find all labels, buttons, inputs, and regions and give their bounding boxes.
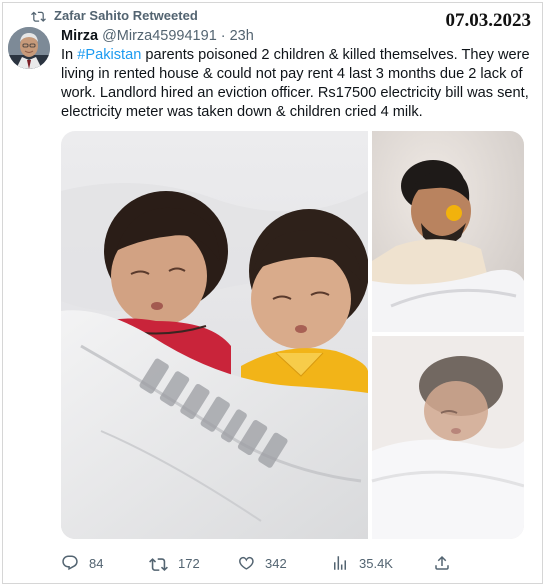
avatar[interactable] (8, 27, 50, 69)
action-bar: 84 172 342 35.4K (61, 553, 461, 573)
like-button[interactable]: 342 (237, 553, 287, 573)
views-count: 35.4K (359, 555, 393, 571)
reply-icon (61, 554, 79, 572)
share-icon (433, 554, 451, 572)
heart-icon (237, 554, 255, 572)
reply-count: 84 (89, 555, 104, 571)
retweet-banner-text: Zafar Sahito Retweeted (54, 7, 198, 23)
media-grid (61, 131, 524, 539)
hashtag-link[interactable]: #Pakistan (77, 47, 141, 63)
photo-father[interactable] (372, 131, 524, 332)
views-icon (331, 554, 349, 572)
retweet-icon (31, 9, 46, 22)
retweet-banner[interactable]: Zafar Sahito Retweeted (31, 7, 198, 23)
reply-button[interactable]: 84 (61, 553, 103, 573)
photo-children[interactable] (61, 131, 369, 539)
tweet-timestamp[interactable]: 23h (230, 28, 254, 44)
photo-mother[interactable] (371, 336, 524, 539)
retweet-action-icon (149, 554, 168, 572)
like-count: 342 (265, 555, 287, 571)
tweet-text: In #Pakistan parents poisoned 2 children… (61, 46, 531, 122)
tweet-header: Mirza @Mirza45994191 · 23h (61, 28, 254, 44)
tweet-text-prefix: In (61, 47, 78, 63)
retweet-button[interactable]: 172 (149, 553, 200, 573)
views-button[interactable]: 35.4K (331, 553, 393, 573)
share-button[interactable] (433, 553, 451, 573)
retweet-count: 172 (178, 555, 200, 571)
header-separator: · (220, 28, 226, 44)
author-handle[interactable]: @Mirza45994191 (102, 28, 217, 44)
date-stamp: 07.03.2023 (445, 10, 532, 31)
author-name[interactable]: Mirza (61, 28, 98, 44)
